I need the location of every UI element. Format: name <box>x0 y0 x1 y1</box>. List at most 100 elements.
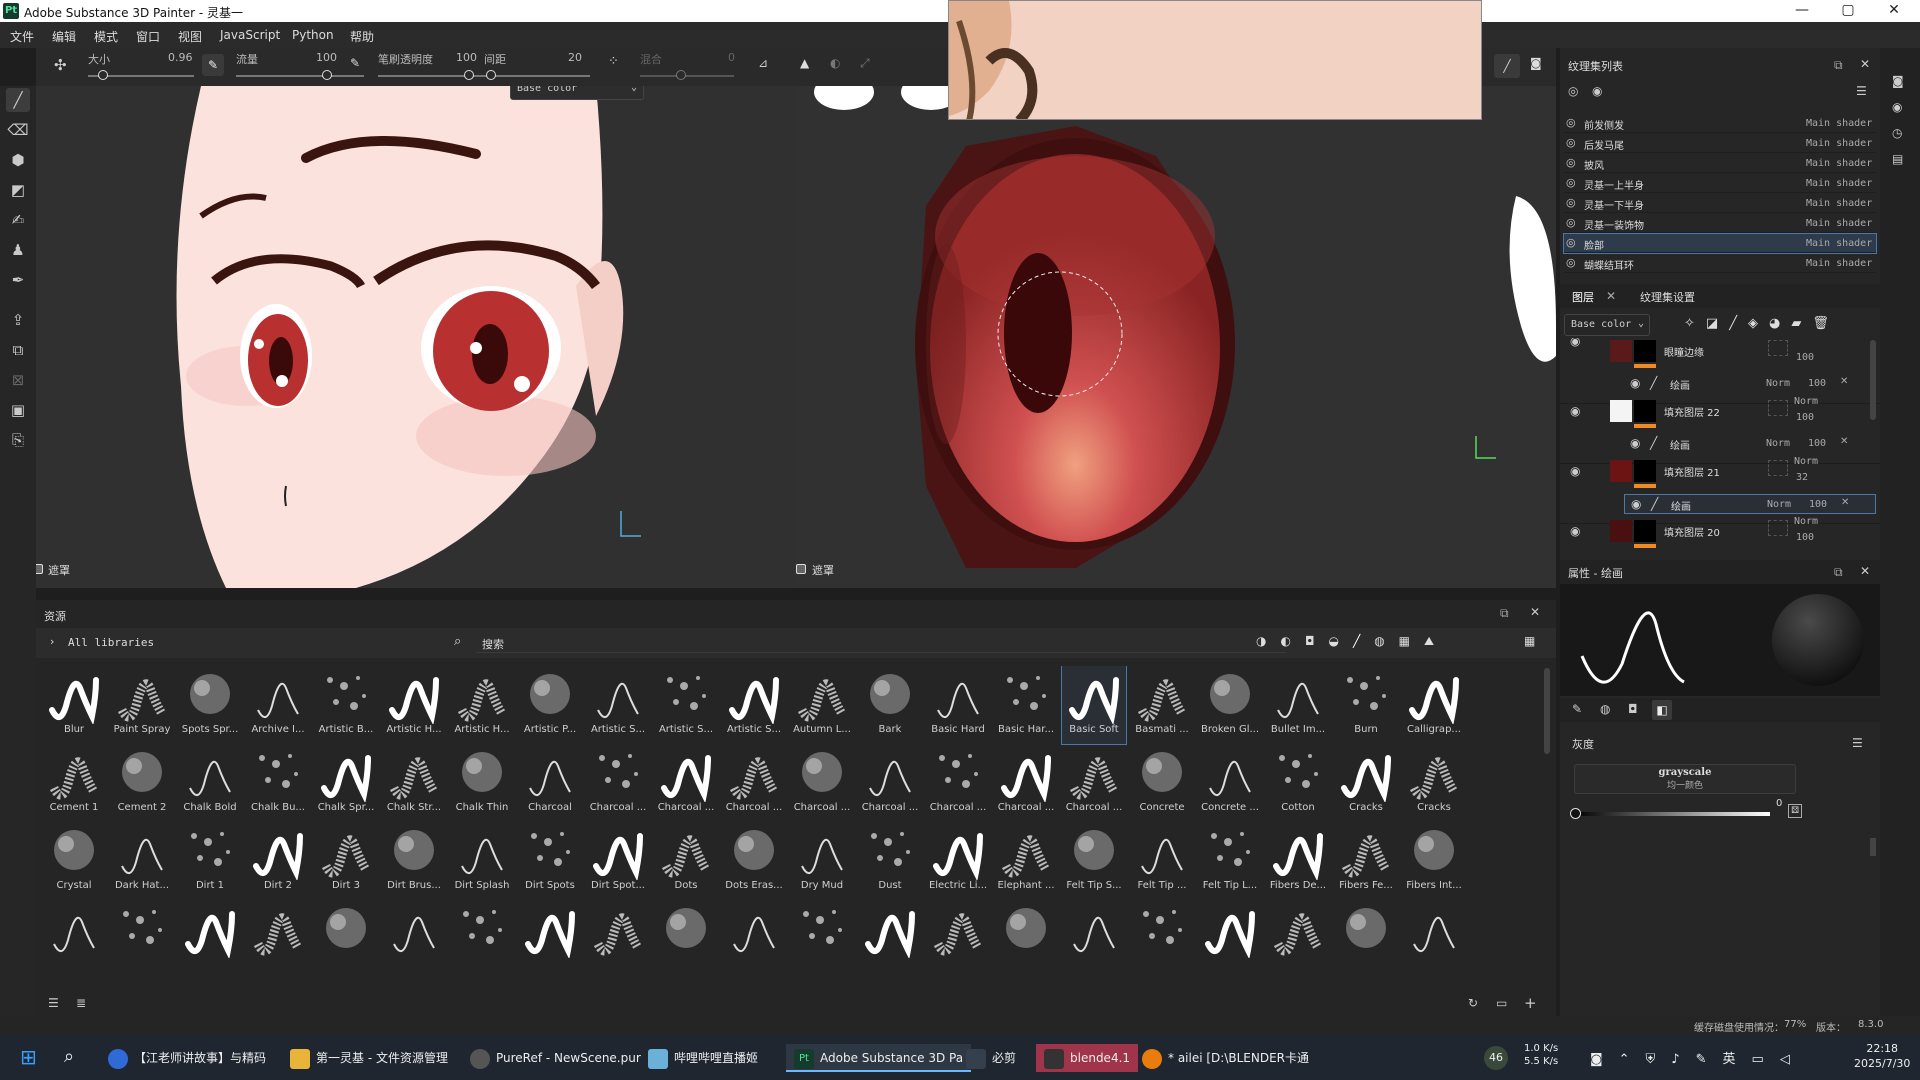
brush-preset[interactable]: Artistic B... <box>314 666 378 744</box>
brush-preset[interactable]: Charcoal ... <box>722 744 786 822</box>
brush-preset[interactable]: Felt Tip L... <box>1198 822 1262 900</box>
clone-stamp-icon[interactable]: ♟ <box>6 238 30 262</box>
sublayer-opacity[interactable]: 100 <box>1809 499 1827 510</box>
layer-row[interactable]: ◉填充图层 20Norm100◉╱绘画Norm100✕ <box>1560 510 1880 554</box>
brush-preset[interactable] <box>1062 900 1126 978</box>
brush-preset[interactable] <box>110 900 174 978</box>
brush-preset[interactable]: Artistic S... <box>722 666 786 744</box>
brush-preset[interactable]: Felt Tip S... <box>1062 822 1126 900</box>
brush-preset[interactable]: Cotton <box>1266 744 1330 822</box>
brush-preset[interactable]: Fibers Int... <box>1402 822 1466 900</box>
details-view-icon[interactable]: ≣ <box>76 996 86 1010</box>
refresh-icon[interactable]: ↻ <box>1468 996 1478 1010</box>
taskbar-item-explorer[interactable]: 第一灵基 - 文件资源管理 <box>290 1044 448 1072</box>
texture-set-row[interactable]: ◎ 脸部 Main shader <box>1563 233 1877 254</box>
sublayer-visibility-icon[interactable]: ◉ <box>1631 497 1641 511</box>
brush-filter-icon[interactable]: ╱ <box>1353 634 1374 648</box>
brush-preset[interactable]: Basic Har... <box>994 666 1058 744</box>
layer-visibility-icon[interactable]: ◉ <box>1570 464 1580 478</box>
spacing-value[interactable]: 20 <box>568 51 582 64</box>
brush-preset[interactable] <box>1402 900 1466 978</box>
tab-texture-set-settings[interactable]: 纹理集设置 <box>1640 289 1695 305</box>
projection-icon[interactable]: ⬢ <box>6 148 30 172</box>
brush-preset[interactable] <box>858 900 922 978</box>
brush-preset[interactable]: Dark Hat... <box>110 822 174 900</box>
stencil-props-icon[interactable]: ◘ <box>1628 702 1638 716</box>
symmetry-icon[interactable]: ✣ <box>54 56 67 74</box>
texture-set-row[interactable]: ◎ 蝴蝶结耳环 Main shader <box>1564 254 1876 273</box>
brush-preset[interactable]: Dirt Splash <box>450 822 514 900</box>
float-panel-icon[interactable]: ⧉ <box>1500 606 1509 621</box>
brush-preset[interactable]: Spots Spr... <box>178 666 242 744</box>
menu-edit[interactable]: 编辑 <box>52 28 76 45</box>
menu-icon[interactable]: ☰ <box>1856 84 1867 98</box>
brush-preset[interactable] <box>926 900 990 978</box>
angle-slider-handle[interactable] <box>676 70 686 80</box>
brush-preset[interactable]: Artistic S... <box>654 666 718 744</box>
smart-material-filter-icon[interactable]: ◐ <box>1280 634 1304 648</box>
layers-scrollbar[interactable] <box>1870 340 1876 420</box>
brush-preset[interactable] <box>246 900 310 978</box>
texture-set-row[interactable]: ◎ 灵基一下半身 Main shader <box>1564 194 1876 213</box>
taskbar-item-blender[interactable]: * ailei [D:\BLENDER卡通 <box>1142 1044 1309 1072</box>
lazy-mouse-icon[interactable]: ◐ <box>830 56 840 70</box>
close-icon[interactable]: ✕ <box>1841 497 1849 508</box>
pen-pressure-icon[interactable]: ✎ <box>202 54 224 76</box>
brush-preset[interactable]: Chalk Thin <box>450 744 514 822</box>
grayscale-slider-handle[interactable] <box>1570 808 1581 819</box>
smudge-icon[interactable]: ✍ <box>6 208 30 232</box>
add-folder-icon[interactable]: ▰ <box>1791 316 1812 331</box>
texture-set-row[interactable]: ◎ 灵基一装饰物 Main shader <box>1564 214 1876 233</box>
start-icon[interactable]: ⊞ <box>20 1046 42 1068</box>
layer-opacity[interactable]: 32 <box>1796 472 1808 483</box>
mask-checkbox-2d[interactable] <box>796 564 806 574</box>
microphone-icon[interactable]: ♪ <box>1671 1052 1695 1067</box>
brush-preset[interactable]: Elephant ... <box>994 822 1058 900</box>
export-icon[interactable]: ⎘ <box>6 428 30 452</box>
brush-preset[interactable]: Artistic H... <box>450 666 514 744</box>
angle-slider[interactable] <box>640 75 734 77</box>
brush-preset[interactable]: Broken Gl... <box>1198 666 1262 744</box>
taskbar-item-blender-console[interactable]: blende4.1 <box>1036 1044 1139 1072</box>
brush-preset[interactable]: Paint Spray <box>110 666 174 744</box>
add-paint-layer-icon[interactable]: ╱ <box>1729 316 1748 331</box>
weather-badge[interactable]: 46 <box>1484 1046 1508 1070</box>
brush-preset[interactable]: Dirt 1 <box>178 822 242 900</box>
spacing-slider-handle[interactable] <box>486 70 496 80</box>
brush-preset[interactable]: Dirt Brus... <box>382 822 446 900</box>
add-effect-icon[interactable]: ✧ <box>1684 316 1706 331</box>
brush-preset[interactable] <box>1334 900 1398 978</box>
layer-fx-slot[interactable] <box>1768 460 1788 476</box>
layer-visibility-icon[interactable]: ◉ <box>1570 404 1580 418</box>
grayscale-value[interactable]: 0 <box>1776 798 1782 809</box>
brush-preset[interactable] <box>586 900 650 978</box>
color-picker-icon[interactable]: ✒ <box>6 268 30 292</box>
brush-preset[interactable] <box>518 900 582 978</box>
environment-filter-icon[interactable]: ⛰ <box>1424 634 1448 648</box>
close-panel-icon[interactable]: ✕ <box>1860 564 1870 578</box>
grayscale-resource-slot[interactable]: grayscale 均一颜色 <box>1574 764 1796 794</box>
brush-preset[interactable]: Chalk Bold <box>178 744 242 822</box>
properties-scrollbar[interactable] <box>1870 838 1876 856</box>
texture-set-row[interactable]: ◎ 后发马尾 Main shader <box>1564 134 1876 153</box>
layer-visibility-icon[interactable]: ◉ <box>1570 524 1580 538</box>
brush-preset[interactable]: Dirt 2 <box>246 822 310 900</box>
brush-preset[interactable] <box>994 900 1058 978</box>
brush-preset[interactable] <box>790 900 854 978</box>
layer-fx-slot[interactable] <box>1768 400 1788 416</box>
minimize-button[interactable]: — <box>1782 2 1822 20</box>
eye-icon[interactable]: ◎ <box>1566 176 1576 189</box>
brush-preset[interactable]: Felt Tip ... <box>1130 822 1194 900</box>
close-panel-icon[interactable]: ✕ <box>1860 57 1870 71</box>
viewport-3d[interactable]: Base color ⌄ 遮罩 <box>36 86 796 588</box>
eye-icon[interactable]: ◎ <box>1566 196 1576 209</box>
eye-icon[interactable]: ◎ <box>1566 156 1576 169</box>
brush-preset[interactable] <box>450 900 514 978</box>
brush-preset[interactable]: Fibers De... <box>1266 822 1330 900</box>
section-menu-icon[interactable]: ☰ <box>1852 736 1863 750</box>
layers-channel-dropdown[interactable]: Base color ⌄ <box>1564 314 1650 336</box>
brush-preset[interactable]: Dots <box>654 822 718 900</box>
size-slider-handle[interactable] <box>98 70 108 80</box>
opacity-value[interactable]: 100 <box>456 51 477 64</box>
brush-preset[interactable]: Artistic H... <box>382 666 446 744</box>
